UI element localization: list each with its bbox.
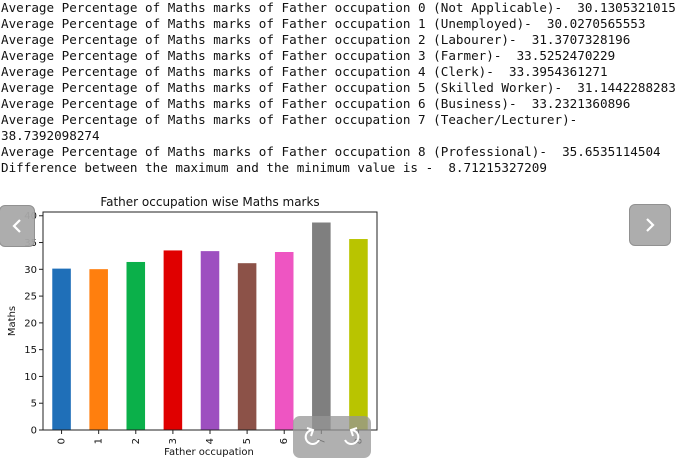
output-line: Average Percentage of Maths marks of Fat… — [1, 32, 631, 47]
y-tick-label: 0 — [31, 426, 37, 437]
x-tick-label: 5 — [242, 438, 253, 444]
bar-6 — [274, 251, 294, 430]
bar-5 — [237, 263, 257, 430]
output-line: Average Percentage of Maths marks of Fat… — [1, 16, 646, 31]
y-tick-label: 25 — [24, 292, 37, 303]
y-tick-label: 5 — [31, 399, 37, 410]
x-tick-label: 3 — [168, 438, 179, 444]
prev-slide-button[interactable] — [0, 205, 35, 247]
output-line: Average Percentage of Maths marks of Fat… — [1, 48, 616, 63]
chevron-right-icon — [646, 218, 655, 232]
bar-7 — [312, 222, 331, 430]
output-line: Average Percentage of Maths marks of Fat… — [1, 80, 675, 95]
bar-0 — [52, 268, 71, 430]
y-tick-label: 20 — [24, 318, 37, 329]
y-axis-label: Maths — [7, 306, 18, 336]
bar-3 — [163, 250, 183, 430]
chart-title: Father occupation wise Maths marks — [100, 195, 319, 209]
bar-8 — [349, 239, 368, 430]
output-line: Average Percentage of Maths marks of Fat… — [1, 0, 675, 15]
console-output: Average Percentage of Maths marks of Fat… — [1, 0, 675, 176]
carousel-controls-icon — [304, 427, 360, 445]
x-tick-label: 4 — [205, 438, 216, 444]
carousel-controls[interactable] — [293, 416, 371, 458]
y-tick-label: 10 — [24, 372, 37, 383]
output-line: Average Percentage of Maths marks of Fat… — [1, 96, 631, 111]
output-line: 38.7392098274 — [1, 128, 100, 143]
x-tick-label: 0 — [57, 438, 68, 444]
output-line: Average Percentage of Maths marks of Fat… — [1, 144, 661, 159]
y-tick-label: 30 — [24, 265, 37, 276]
x-axis-label: Father occupation — [164, 447, 254, 458]
x-tick-label: 6 — [279, 438, 290, 444]
y-tick-label: 15 — [24, 345, 37, 356]
output-line: Average Percentage of Maths marks of Fat… — [1, 112, 578, 127]
output-line: Average Percentage of Maths marks of Fat… — [1, 64, 608, 79]
bar-2 — [126, 261, 146, 430]
chevron-left-icon — [12, 219, 21, 233]
output-line: Difference between the maximum and the m… — [1, 160, 547, 175]
bar-4 — [200, 251, 220, 430]
bar-1 — [89, 269, 108, 430]
x-tick-label: 2 — [131, 438, 142, 444]
x-tick-label: 1 — [94, 438, 105, 444]
next-slide-button[interactable] — [629, 204, 671, 246]
